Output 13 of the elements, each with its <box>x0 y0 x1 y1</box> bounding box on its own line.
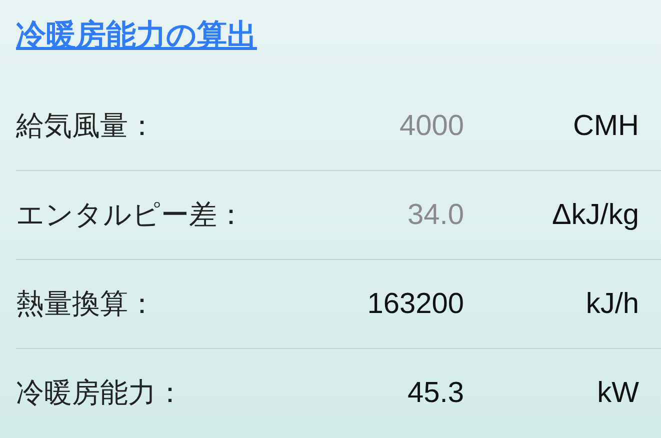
unit-label: CMH <box>572 110 639 142</box>
title-link[interactable]: 冷暖房能力の算出 <box>16 14 257 58</box>
unit-label: kJ/h <box>584 288 639 320</box>
result-value: 163200 <box>366 288 464 320</box>
field-label: 給気風量： <box>16 108 157 144</box>
unit-label: ΔkJ/kg <box>550 198 639 232</box>
input-field[interactable]: 4000 <box>294 110 464 142</box>
field-label: エンタルピー差： <box>16 197 246 233</box>
unit-label: kW <box>596 376 639 410</box>
field-label: 熱量換算： <box>16 286 157 322</box>
result-value: 45.3 <box>406 376 464 410</box>
field-label: 冷暖房能力： <box>16 375 185 411</box>
input-field[interactable]: 34.0 <box>294 198 464 232</box>
